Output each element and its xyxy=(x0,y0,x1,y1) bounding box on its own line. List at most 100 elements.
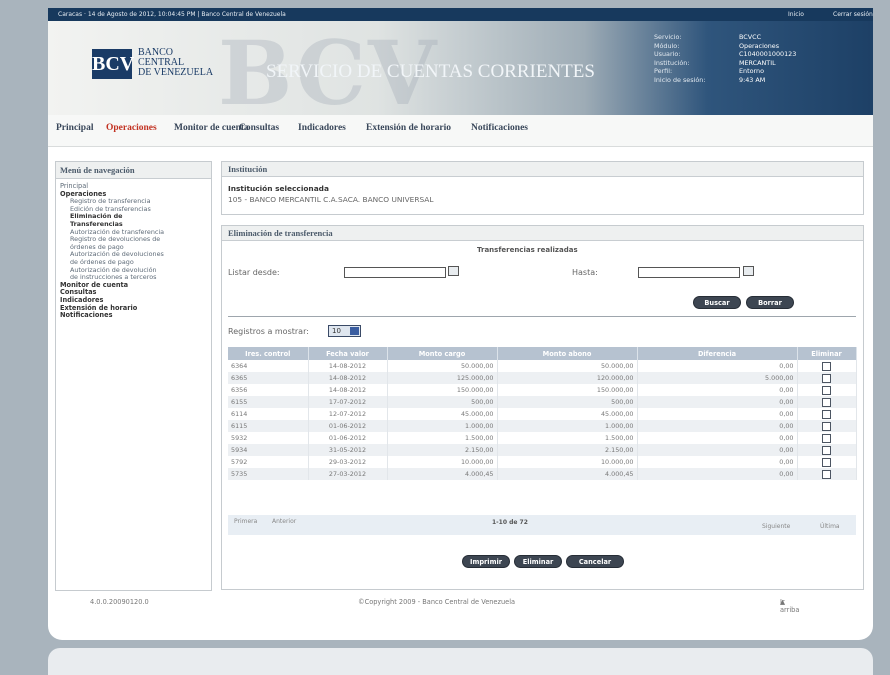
table-cell: 4.000,45 xyxy=(497,468,638,480)
table-cell: 0,00 xyxy=(637,432,798,444)
table-cell: 01-06-2012 xyxy=(308,432,388,444)
column-header[interactable]: Diferencia xyxy=(637,347,798,360)
session-details: Servicio: BCVCC Módulo: Operaciones Usuario:… xyxy=(654,33,796,85)
home-link[interactable]: Inicio xyxy=(788,8,804,21)
table-body: 6364 14-08-2012 50.000,00 50.000,00 0,00 6365… xyxy=(228,360,857,480)
column-header[interactable]: Monto cargo xyxy=(387,347,498,360)
institution-label: Institución seleccionada xyxy=(228,184,329,193)
table-cell: 5932 xyxy=(228,432,309,444)
elimination-bar: Eliminación de transferencia xyxy=(222,226,863,241)
table-cell: 14-08-2012 xyxy=(308,384,388,396)
table-row[interactable]: 6356 14-08-2012 150.000,00 150.000,00 0,00 xyxy=(228,384,857,396)
to-date-input[interactable] xyxy=(638,267,740,278)
table-cell: 5735 xyxy=(228,468,309,480)
delete-button[interactable]: Eliminar xyxy=(514,555,562,568)
print-button[interactable]: Imprimir xyxy=(462,555,510,568)
nav-menu: Menú de navegación Principal Operaciones R… xyxy=(55,161,212,591)
table-row[interactable]: 6365 14-08-2012 125.000,00 120.000,00 5.000,… xyxy=(228,372,857,384)
nav-item-indicadores[interactable]: Indicadores xyxy=(298,123,346,133)
delete-checkbox[interactable] xyxy=(822,385,831,395)
table-cell: 500,00 xyxy=(497,396,638,408)
last-page-link[interactable]: Última xyxy=(820,523,840,530)
table-cell: 150.000,00 xyxy=(497,384,638,396)
delete-checkbox[interactable] xyxy=(822,409,831,419)
delete-checkbox[interactable] xyxy=(822,469,831,479)
nav-menu-title: Menú de navegación xyxy=(56,162,211,179)
info-value: Entorno xyxy=(739,67,764,76)
delete-checkbox[interactable] xyxy=(822,457,831,467)
table-cell: 27-03-2012 xyxy=(308,468,388,480)
logout-link[interactable]: Cerrar sesión xyxy=(833,8,873,21)
calendar-icon[interactable] xyxy=(448,266,459,276)
column-header[interactable]: Eliminar xyxy=(797,347,857,360)
column-header[interactable]: Fecha valor xyxy=(308,347,388,360)
nav-item-monitor-de-cuenta[interactable]: Monitor de cuenta xyxy=(174,123,249,133)
page-info: 1-10 de 72 xyxy=(492,519,528,526)
table-cell: 14-08-2012 xyxy=(308,360,388,372)
from-label: Listar desde: xyxy=(228,268,280,277)
nav-item-notificaciones[interactable]: Notificaciones xyxy=(471,123,528,133)
calendar-icon[interactable] xyxy=(743,266,754,276)
delete-cell xyxy=(797,408,857,420)
table-cell: 45.000,00 xyxy=(387,408,498,420)
table-row[interactable]: 5934 31-05-2012 2.150,00 2.150,00 0,00 xyxy=(228,444,857,456)
table-cell: 5934 xyxy=(228,444,309,456)
table-cell: 6365 xyxy=(228,372,309,384)
nav-item-extensión-de-horario[interactable]: Extensión de horario xyxy=(366,123,451,133)
search-button[interactable]: Buscar xyxy=(693,296,741,309)
table-row[interactable]: 6364 14-08-2012 50.000,00 50.000,00 0,00 xyxy=(228,360,857,372)
nav-menu-item[interactable]: Notificaciones xyxy=(60,311,211,320)
prev-page-link[interactable]: Anterior xyxy=(272,518,296,525)
table-row[interactable]: 6115 01-06-2012 1.000,00 1.000,00 0,00 xyxy=(228,420,857,432)
table-cell: 0,00 xyxy=(637,444,798,456)
table-cell: 2.150,00 xyxy=(497,444,638,456)
info-value: BCVCC xyxy=(739,33,762,41)
info-value: 9:43 AM xyxy=(739,75,766,84)
table-row[interactable]: 5735 27-03-2012 4.000,45 4.000,45 0,00 xyxy=(228,468,857,480)
institution-value: 105 - BANCO MERCANTIL C.A.SACA. BANCO UN… xyxy=(228,195,434,204)
table-cell: 01-06-2012 xyxy=(308,420,388,432)
institution-bar: Institución xyxy=(222,162,863,177)
pagination: Primera Anterior 1-10 de 72 Siguiente Úl… xyxy=(228,515,856,535)
delete-checkbox[interactable] xyxy=(822,373,831,383)
divider xyxy=(228,316,856,317)
rows-per-page-select[interactable]: 10 xyxy=(328,325,361,337)
table-row[interactable]: 5932 01-06-2012 1.500,00 1.500,00 0,00 xyxy=(228,432,857,444)
table-row[interactable]: 6114 12-07-2012 45.000,00 45.000,00 0,00 xyxy=(228,408,857,420)
session-info: Caracas · 14 de Agosto de 2012, 10:04:45… xyxy=(58,11,286,18)
to-label: Hasta: xyxy=(572,268,598,277)
table-cell: 10.000,00 xyxy=(497,456,638,468)
nav-item-operaciones[interactable]: Operaciones xyxy=(106,123,157,133)
table-cell: 1.500,00 xyxy=(497,432,638,444)
nav-item-consultas[interactable]: Consultas xyxy=(239,123,279,133)
delete-checkbox[interactable] xyxy=(822,397,831,407)
info-key: Perfil: xyxy=(654,67,673,76)
delete-checkbox[interactable] xyxy=(822,421,831,431)
from-date-input[interactable] xyxy=(344,267,446,278)
info-key: Servicio: xyxy=(654,33,682,41)
clear-button[interactable]: Borrar xyxy=(746,296,794,309)
first-page-link[interactable]: Primera xyxy=(234,518,257,525)
column-header[interactable]: Monto abono xyxy=(497,347,638,360)
bottom-bar xyxy=(48,648,873,675)
delete-cell xyxy=(797,420,857,432)
transfers-subtitle: Transferencias realizadas xyxy=(477,246,578,254)
delete-checkbox[interactable] xyxy=(822,433,831,443)
table-cell: 1.000,00 xyxy=(387,420,498,432)
table-cell: 14-08-2012 xyxy=(308,372,388,384)
table-cell: 45.000,00 xyxy=(497,408,638,420)
table-cell: 4.000,45 xyxy=(387,468,498,480)
table-row[interactable]: 5792 29-03-2012 10.000,00 10.000,00 0,00 xyxy=(228,456,857,468)
delete-checkbox[interactable] xyxy=(822,445,831,455)
column-header[interactable]: Ires. control xyxy=(228,347,309,360)
info-key: Institución: xyxy=(654,58,690,67)
delete-checkbox[interactable] xyxy=(822,361,831,371)
table-row[interactable]: 6155 17-07-2012 500,00 500,00 0,00 xyxy=(228,396,857,408)
service-title: SERVICIO DE CUENTAS CORRIENTES xyxy=(266,61,595,82)
session-info-row: Usuario: C1040001000123 xyxy=(654,50,796,59)
next-page-link[interactable]: Siguiente xyxy=(762,523,790,530)
table-cell: 6356 xyxy=(228,384,309,396)
nav-item-principal[interactable]: Principal xyxy=(56,123,93,133)
cancel-button[interactable]: Cancelar xyxy=(566,555,624,568)
info-key: Inicio de sesión: xyxy=(654,75,706,84)
